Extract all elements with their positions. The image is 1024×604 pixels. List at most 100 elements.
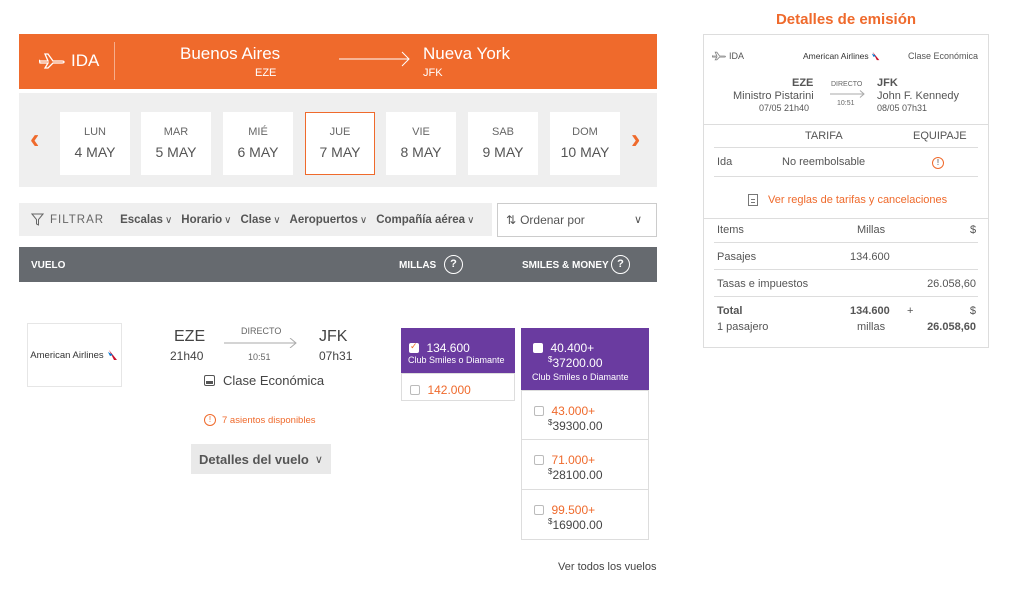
col-miles: MILLAS xyxy=(399,260,437,271)
document-icon xyxy=(748,194,758,206)
cabin-class-label: Clase Económica xyxy=(223,373,325,388)
panel-airline-logo: American Airlines xyxy=(803,51,881,61)
chevron-down-icon: ∨ xyxy=(467,214,475,226)
day-date: 6 MAY xyxy=(237,144,279,160)
info-icon: ! xyxy=(204,414,216,426)
smiles-money-amount: $37200.00 xyxy=(548,355,603,370)
chevron-down-icon: ∨ xyxy=(633,214,642,226)
sort-select[interactable]: ⇅ Ordenar por ∨ xyxy=(497,203,657,237)
day-date: 10 MAY xyxy=(560,144,610,160)
checkbox-icon xyxy=(534,454,544,465)
date-option-thu-selected[interactable]: JUE 7 MAY xyxy=(305,112,375,175)
baggage-info-icon[interactable]: ! xyxy=(932,157,944,169)
date-option-wed[interactable]: MIÉ 6 MAY xyxy=(223,112,293,175)
origin-city: Buenos Aires xyxy=(180,44,281,63)
day-of-week: MIÉ xyxy=(248,126,268,138)
panel-duration: 10:51 xyxy=(837,100,855,107)
miles-header: Millas xyxy=(857,224,886,236)
plus-sign: + xyxy=(907,305,914,317)
divider xyxy=(704,124,988,125)
chevron-down-icon: ∨ xyxy=(224,214,232,226)
route-header: IDA Buenos Aires EZE Nueva York JFK xyxy=(19,34,657,89)
miles-tier: Club Smiles o Diamante xyxy=(408,355,505,365)
date-option-sun[interactable]: DOM 10 MAY xyxy=(550,112,620,175)
smiles-money-miles: 99.500+ xyxy=(551,503,596,517)
money-value: 16900.00 xyxy=(552,518,603,532)
direction-indicator: IDA xyxy=(39,51,99,71)
filter-toggle[interactable]: FILTRAR xyxy=(31,213,104,226)
date-option-sat[interactable]: SAB 9 MAY xyxy=(468,112,538,175)
panel-arr-code: JFK xyxy=(877,77,898,89)
day-date: 5 MAY xyxy=(155,144,197,160)
filter-stops[interactable]: Escalas ∨ xyxy=(120,214,172,226)
sort-arrows-icon: ⇅ xyxy=(506,213,517,227)
panel-arr-airport: John F. Kennedy xyxy=(877,90,959,102)
miles-help-icon[interactable]: ? xyxy=(444,255,463,274)
filter-schedule[interactable]: Horario ∨ xyxy=(181,214,231,226)
departure-time: 21h40 xyxy=(170,349,204,363)
smiles-money-help-icon[interactable]: ? xyxy=(611,255,630,274)
date-option-mon[interactable]: LUN 4 MAY xyxy=(60,112,130,175)
date-selector: ‹ LUN 4 MAY MAR 5 MAY MIÉ 6 MAY JUE 7 MA… xyxy=(19,93,657,187)
money-header: $ xyxy=(970,224,977,236)
miles-option[interactable]: 142.000 xyxy=(401,373,515,401)
total-money: 26.058,60 xyxy=(927,321,976,333)
checkbox-icon xyxy=(534,504,544,515)
chevron-down-icon: ∨ xyxy=(314,453,323,466)
divider xyxy=(714,296,978,297)
total-currency: $ xyxy=(969,305,976,317)
total-miles: 134.600 xyxy=(850,305,890,317)
fare-rules-link[interactable]: Ver reglas de tarifas y cancelaciones xyxy=(748,194,947,206)
flight-details-button[interactable]: Detalles del vuelo ∨ xyxy=(191,444,331,474)
smiles-money-option[interactable]: 43.000+ $39300.00 xyxy=(521,390,649,440)
day-of-week: MAR xyxy=(163,126,189,138)
airline-logo-icon xyxy=(871,51,880,61)
date-option-fri[interactable]: VIE 8 MAY xyxy=(386,112,456,175)
fare-leg: Ida xyxy=(717,156,733,168)
day-of-week: JUE xyxy=(329,126,351,138)
departure-code: EZE xyxy=(174,328,206,345)
checkbox-icon xyxy=(533,342,543,353)
chevron-down-icon: ∨ xyxy=(273,214,281,226)
day-date: 9 MAY xyxy=(482,144,524,160)
filter-airports[interactable]: Aeropuertos ∨ xyxy=(290,214,368,226)
smiles-money-miles: 71.000+ xyxy=(551,453,596,467)
filter-option-label: Compañía aérea xyxy=(376,213,466,226)
prev-week-chevron-icon[interactable]: ‹ xyxy=(30,125,39,153)
filter-airline[interactable]: Compañía aérea ∨ xyxy=(376,214,474,226)
panel-title: Detalles de emisión xyxy=(775,11,917,28)
panel-direction: IDA xyxy=(729,51,745,61)
row-money: 26.058,60 xyxy=(927,278,976,290)
route-arrow-icon xyxy=(339,51,410,67)
panel-dep-code: EZE xyxy=(792,77,814,89)
day-of-week: LUN xyxy=(83,126,106,138)
day-date: 7 MAY xyxy=(319,144,361,160)
smiles-money-option[interactable]: 71.000+ $28100.00 xyxy=(521,439,649,490)
divider xyxy=(714,242,978,243)
smiles-money-amount: $16900.00 xyxy=(548,517,603,532)
smiles-money-option-selected[interactable]: 40.400+ $37200.00 Club Smiles o Diamante xyxy=(521,328,649,390)
money-value: 37200.00 xyxy=(552,356,603,370)
smiles-money-miles: 43.000+ xyxy=(551,404,596,418)
seats-label: 7 asientos disponibles xyxy=(222,414,316,426)
next-week-chevron-icon[interactable]: › xyxy=(631,125,640,153)
panel-airline-name: American Airlines xyxy=(803,51,869,61)
day-date: 8 MAY xyxy=(400,144,442,160)
filter-option-label: Escalas xyxy=(120,213,163,226)
miles-option-selected[interactable]: 134.600 Club Smiles o Diamante xyxy=(401,328,515,373)
filter-option-label: Aeropuertos xyxy=(289,213,358,226)
origin-code: EZE xyxy=(255,67,277,79)
funnel-icon xyxy=(31,213,44,226)
date-option-tue[interactable]: MAR 5 MAY xyxy=(141,112,211,175)
smiles-money-option[interactable]: 99.500+ $16900.00 xyxy=(521,489,649,540)
panel-arr-datetime: 08/05 07h31 xyxy=(877,103,928,113)
checkbox-checked-icon xyxy=(409,341,419,353)
filter-option-label: Clase xyxy=(240,213,272,226)
flight-details-label: Detalles del vuelo xyxy=(199,451,309,467)
checkbox-icon xyxy=(410,384,420,395)
items-header: Items xyxy=(717,224,744,236)
see-all-flights-link[interactable]: Ver todos los vuelos xyxy=(558,561,656,573)
chevron-down-icon: ∨ xyxy=(359,214,368,226)
filter-class[interactable]: Clase ∨ xyxy=(241,214,281,226)
flight-arrow-icon xyxy=(224,338,297,348)
